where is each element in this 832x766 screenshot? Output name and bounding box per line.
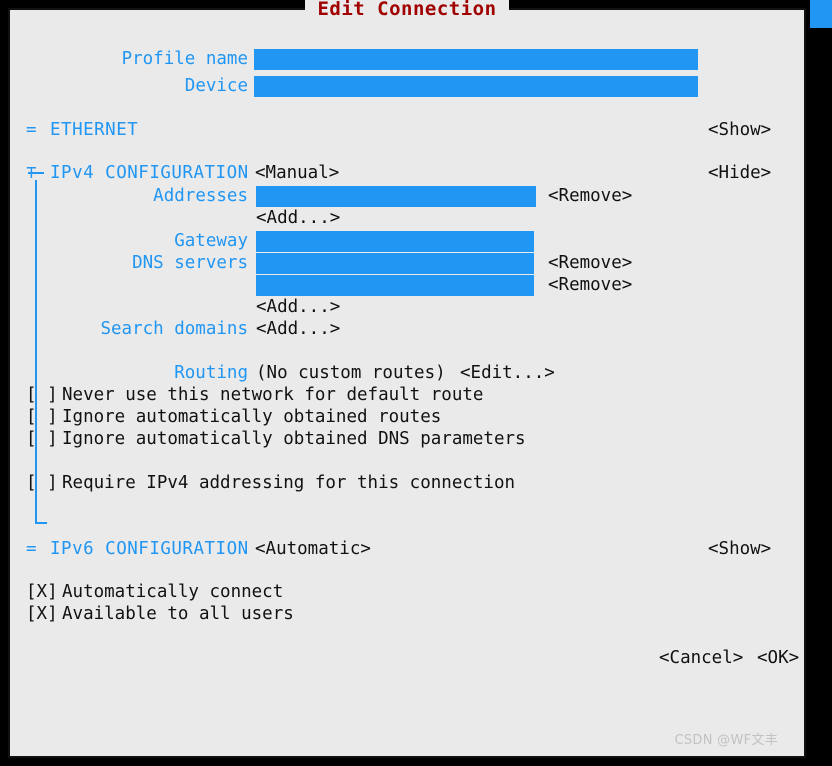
- cancel-button[interactable]: <Cancel>: [659, 647, 743, 669]
- ipv4-dns-input-0[interactable]: 192.168.200.113: [256, 253, 534, 274]
- profile-name-input[interactable]: ens160: [254, 49, 698, 70]
- checkbox-label-automatically-connect: Automatically connect: [62, 582, 284, 602]
- checkbox-mark-automatically-connect[interactable]: [X]: [26, 581, 58, 603]
- expanded-section-icon: ⊤: [26, 163, 37, 183]
- checkbox-label-available-all-users: Available to all users: [62, 604, 294, 624]
- dialog-actions: <Cancel> <OK>: [10, 647, 804, 669]
- ipv4-checkbox-row-2[interactable]: [ ] Ignore automatically obtained DNS pa…: [10, 428, 804, 450]
- ipv4-dns-add-button[interactable]: <Add...>: [256, 296, 340, 318]
- device-row: Device ens160 (00:0C:29:13:92:4D): [10, 75, 804, 97]
- global-option-row-1[interactable]: [X] Available to all users: [10, 603, 804, 625]
- ipv4-dns-servers-label: DNS servers: [132, 253, 248, 273]
- ipv4-routing-row: Routing (No custom routes) <Edit...>: [10, 362, 804, 384]
- ethernet-section-title: ETHERNET: [50, 120, 139, 140]
- ipv4-dns-remove-button-1[interactable]: <Remove>: [548, 274, 632, 296]
- collapsed-section-icon-ipv6: =: [26, 539, 37, 559]
- ipv4-section-row[interactable]: ⊤ IPv4 CONFIGURATION <Manual> <Hide>: [10, 162, 804, 184]
- ipv4-dns-row-1: 192.168.200.114 <Remove>: [10, 274, 804, 296]
- profile-name-row: Profile name ens160: [10, 48, 804, 70]
- checkbox-label-require-ipv4: Require IPv4 addressing for this connect…: [62, 473, 516, 493]
- watermark: CSDN @WF文丰: [674, 733, 778, 748]
- ipv4-search-domains-row: Search domains <Add...>: [10, 318, 804, 340]
- ipv4-search-domains-add-button[interactable]: <Add...>: [256, 318, 340, 340]
- ethernet-show-button[interactable]: <Show>: [708, 119, 771, 141]
- ipv4-address-input-0[interactable]: 192.168.200.253/24: [256, 186, 536, 207]
- ipv4-search-domains-label: Search domains: [100, 319, 248, 339]
- dialog-body: Profile name ens160 Device ens160 (00:0C…: [10, 10, 804, 756]
- device-label: Device: [184, 76, 248, 96]
- ipv4-section-title: IPv4 CONFIGURATION: [50, 163, 249, 183]
- checkbox-mark-ignore-routes[interactable]: [ ]: [26, 406, 58, 428]
- terminal-window: Edit Connection Profile name ens160 Devi…: [0, 0, 832, 766]
- ipv6-section-title: IPv6 CONFIGURATION: [50, 539, 249, 559]
- profile-name-label: Profile name: [121, 49, 248, 69]
- ipv4-dns-input-1[interactable]: 192.168.200.114: [256, 275, 534, 296]
- ipv4-method-select[interactable]: <Manual>: [255, 162, 339, 184]
- ipv6-method-select[interactable]: <Automatic>: [255, 538, 371, 560]
- ipv4-gateway-label: Gateway: [174, 231, 248, 251]
- checkbox-label-ignore-routes: Ignore automatically obtained routes: [62, 407, 442, 427]
- ipv4-address-add-button[interactable]: <Add...>: [256, 207, 340, 229]
- checkbox-mark-ignore-dns[interactable]: [ ]: [26, 428, 58, 450]
- ipv4-routing-edit-button[interactable]: <Edit...>: [460, 362, 555, 384]
- edit-connection-dialog: Edit Connection Profile name ens160 Devi…: [8, 0, 806, 758]
- ok-button[interactable]: <OK>: [757, 647, 799, 669]
- ipv4-hide-button[interactable]: <Hide>: [708, 162, 771, 184]
- ipv4-addresses-row: Addresses 192.168.200.253/24 <Remove>: [10, 185, 804, 207]
- checkbox-mark-require-ipv4[interactable]: [ ]: [26, 472, 58, 494]
- ipv4-checkbox-row-0[interactable]: [ ] Never use this network for default r…: [10, 384, 804, 406]
- scrollbar[interactable]: [810, 0, 832, 766]
- ipv6-section-row[interactable]: = IPv6 CONFIGURATION <Automatic> <Show>: [10, 538, 804, 560]
- ipv6-show-button[interactable]: <Show>: [708, 538, 771, 560]
- ipv4-gateway-input[interactable]: 192.168.200.254: [256, 231, 534, 252]
- ipv4-dns-add-row: <Add...>: [10, 296, 804, 318]
- ipv4-checkbox-row-3[interactable]: [ ] Require IPv4 addressing for this con…: [10, 472, 804, 494]
- global-option-row-0[interactable]: [X] Automatically connect: [10, 581, 804, 603]
- ipv4-addresses-label: Addresses: [153, 186, 248, 206]
- ethernet-section-row[interactable]: = ETHERNET <Show>: [10, 119, 804, 141]
- ipv4-checkbox-row-1[interactable]: [ ] Ignore automatically obtained routes: [10, 406, 804, 428]
- checkbox-label-never-default-route: Never use this network for default route: [62, 385, 484, 405]
- ipv4-routing-summary: (No custom routes): [256, 363, 446, 383]
- checkbox-label-ignore-dns: Ignore automatically obtained DNS parame…: [62, 429, 526, 449]
- ipv4-gateway-row: Gateway 192.168.200.254: [10, 230, 804, 252]
- ipv4-dns-row-0: DNS servers 192.168.200.113 <Remove>: [10, 252, 804, 274]
- ipv4-addresses-add-row: <Add...>: [10, 207, 804, 229]
- collapsed-section-icon: =: [26, 120, 37, 140]
- ipv4-address-remove-button-0[interactable]: <Remove>: [548, 185, 632, 207]
- device-input[interactable]: ens160 (00:0C:29:13:92:4D): [254, 76, 698, 97]
- scrollbar-thumb[interactable]: [810, 0, 832, 28]
- checkbox-mark-available-all-users[interactable]: [X]: [26, 603, 58, 625]
- ipv4-dns-remove-button-0[interactable]: <Remove>: [548, 252, 632, 274]
- checkbox-mark-never-default-route[interactable]: [ ]: [26, 384, 58, 406]
- ipv4-routing-label: Routing: [174, 363, 248, 383]
